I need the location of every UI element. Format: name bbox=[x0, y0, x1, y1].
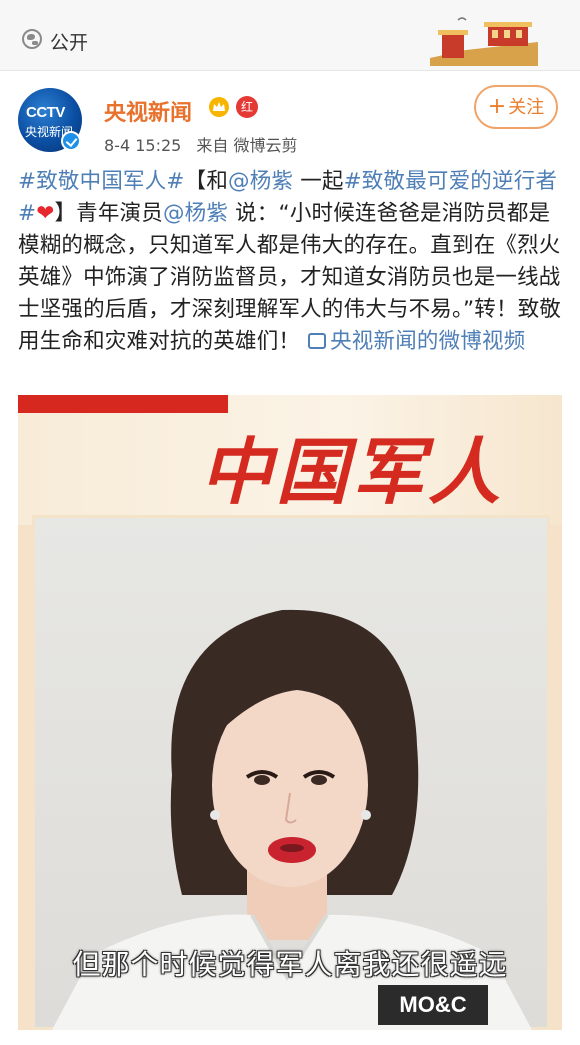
post-text: #致敬中国军人#【和@杨紫 一起#致敬最可爱的逆行者#❤】青年演员@杨紫 说：“… bbox=[18, 166, 566, 358]
video-link-icon bbox=[308, 333, 327, 349]
great-wall-icon bbox=[430, 17, 538, 66]
follow-button[interactable]: + 关注 bbox=[474, 85, 558, 129]
hashtag-link[interactable]: #致敬中国军人# bbox=[18, 169, 185, 194]
poster-title: 中国军人 bbox=[200, 430, 505, 514]
video-player[interactable]: 中国军人 MO&C 但那个时候觉得军人离我还很遥远 bbox=[18, 395, 562, 1030]
author-name[interactable]: 央视新闻 bbox=[104, 95, 192, 127]
video-subtitle: 但那个时候觉得军人离我还很遥远 bbox=[72, 948, 508, 981]
verified-check-icon bbox=[61, 131, 81, 151]
level-badge: 红 bbox=[236, 96, 258, 118]
post-meta: 8-4 15:25 来自 微博云剪 bbox=[104, 132, 308, 156]
video-link[interactable]: 央视新闻的微博视频 bbox=[330, 329, 525, 354]
post-text-part: 】青年演员 bbox=[54, 201, 163, 226]
top-bar: 公开 bbox=[0, 0, 580, 71]
follow-label: 关注 bbox=[508, 97, 545, 118]
post-text-part: 【和 bbox=[184, 169, 229, 194]
mention-link[interactable]: @杨紫 bbox=[163, 201, 228, 226]
post-date: 8-4 15:25 bbox=[104, 136, 182, 155]
globe-icon bbox=[22, 29, 42, 49]
post-text-part: 一起 bbox=[293, 169, 344, 194]
avatar-logo-text: CCTV bbox=[26, 104, 65, 121]
plus-icon: + bbox=[487, 94, 507, 119]
post-source: 来自 微博云剪 bbox=[196, 136, 298, 155]
visibility-label: 公开 bbox=[50, 32, 89, 54]
poster-stripe bbox=[18, 395, 228, 413]
heart-icon: ❤ bbox=[36, 201, 55, 226]
shirt-logo: MO&C bbox=[378, 985, 488, 1025]
mention-link[interactable]: @杨紫 bbox=[228, 169, 293, 194]
crown-icon bbox=[209, 97, 229, 117]
